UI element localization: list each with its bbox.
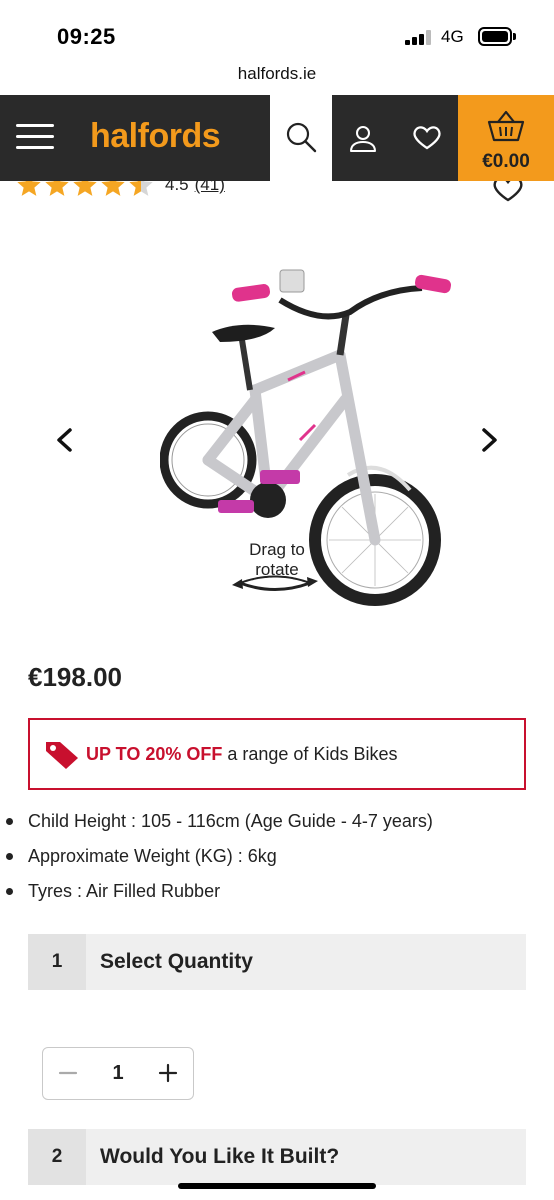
basket-button[interactable]: €0.00 [458, 95, 554, 181]
home-indicator[interactable] [178, 1183, 376, 1189]
battery-icon [478, 27, 516, 46]
site-header: halfords €0.00 [0, 95, 554, 181]
halfords-logo[interactable]: halfords [90, 117, 221, 156]
menu-icon[interactable] [16, 124, 54, 150]
rotate-icon [232, 575, 318, 591]
list-item: Tyres : Air Filled Rubber [0, 878, 554, 913]
minus-icon [58, 1071, 78, 1075]
chevron-right-icon[interactable] [474, 420, 504, 460]
list-item: Approximate Weight (KG) : 6kg [0, 843, 554, 878]
network-type: 4G [441, 27, 464, 46]
signal-icon [405, 30, 432, 45]
quantity-stepper: 1 [42, 1047, 194, 1100]
status-time: 09:25 [57, 24, 116, 49]
heart-icon [413, 126, 441, 150]
step-build-option[interactable]: 2 Would You Like It Built? [28, 1129, 526, 1185]
plus-icon [158, 1063, 178, 1083]
chevron-left-icon[interactable] [50, 420, 80, 460]
wishlist-button[interactable] [396, 95, 458, 181]
search-button[interactable] [270, 95, 332, 181]
step-number: 2 [28, 1129, 86, 1185]
promo-highlight: UP TO 20% OFF [86, 743, 223, 764]
user-icon [350, 126, 376, 152]
decrease-quantity-button[interactable] [43, 1048, 93, 1098]
status-bar: 09:25 4G [0, 0, 554, 60]
step-title: Select Quantity [100, 950, 253, 973]
feature-list: Child Height : 105 - 116cm (Age Guide - … [0, 808, 554, 913]
quantity-value[interactable]: 1 [93, 1048, 143, 1098]
basket-total: €0.00 [482, 151, 530, 172]
promo-text: a range of Kids Bikes [227, 743, 398, 764]
step-number: 1 [28, 934, 86, 990]
url-bar[interactable]: halfords.ie [0, 64, 554, 84]
basket-icon [487, 110, 525, 142]
search-icon [286, 122, 317, 153]
account-button[interactable] [332, 95, 394, 181]
promo-banner[interactable]: UP TO 20% OFF a range of Kids Bikes [28, 718, 526, 790]
increase-quantity-button[interactable] [143, 1048, 193, 1098]
step-select-quantity[interactable]: 1 Select Quantity [28, 934, 526, 990]
list-item: Child Height : 105 - 116cm (Age Guide - … [0, 808, 554, 843]
price-tag-icon [46, 742, 78, 769]
product-price: €198.00 [28, 662, 122, 692]
product-image-gallery[interactable]: Drag to rotate [0, 210, 554, 640]
step-title: Would You Like It Built? [100, 1145, 340, 1168]
